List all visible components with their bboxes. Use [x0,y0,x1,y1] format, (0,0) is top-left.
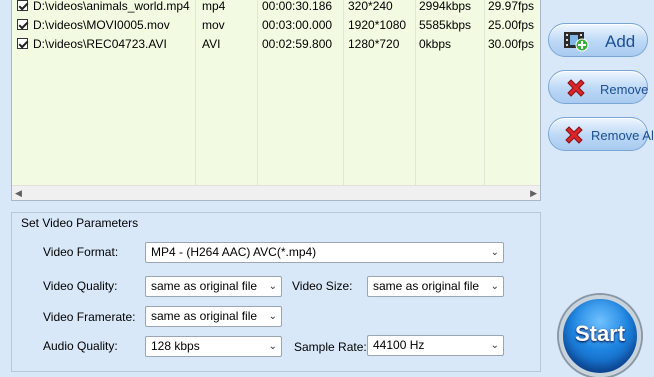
file-duration: 00:03:00.000 [262,18,333,32]
remove-all-button[interactable]: Remove All [548,117,654,151]
file-list[interactable]: D:\videos\animals_world.mp4 mp4 00:00:30… [11,0,541,201]
add-button[interactable]: Add [548,23,648,57]
chevron-down-icon: ⌄ [268,311,277,322]
video-size-select[interactable]: same as original file ⌄ [367,276,504,297]
scroll-left-icon[interactable]: ◀ [15,188,22,199]
audio-quality-value: 128 kbps [151,339,200,353]
file-row[interactable]: D:\videos\animals_world.mp4 mp4 00:00:30… [12,0,540,16]
remove-x-icon [567,79,585,97]
start-button-label: Start [574,321,626,346]
remove-all-button-label: Remove All [591,128,654,143]
file-bitrate: 5585kbps [419,18,472,32]
chevron-down-icon: ⌄ [490,247,499,258]
audio-quality-select[interactable]: 128 kbps ⌄ [145,336,282,357]
file-resolution: 320*240 [348,0,393,13]
add-button-label: Add [605,32,636,51]
video-parameters-title: Set Video Parameters [21,216,139,230]
video-framerate-select[interactable]: same as original file ⌄ [145,306,282,327]
video-quality-value: same as original file [151,279,258,293]
file-fps: 29.97fps [488,0,535,13]
file-checkbox[interactable] [17,38,28,49]
file-checkbox[interactable] [17,0,28,11]
file-path: D:\videos\REC04723.AVI [33,37,167,51]
video-size-label: Video Size: [292,279,353,293]
file-path: D:\videos\animals_world.mp4 [33,0,190,13]
file-duration: 00:02:59.800 [262,37,333,51]
video-size-value: same as original file [373,279,480,293]
video-quality-select[interactable]: same as original file ⌄ [145,276,282,297]
file-resolution: 1920*1080 [348,18,407,32]
file-path: D:\videos\MOVI0005.mov [33,18,170,32]
video-format-select[interactable]: MP4 - (H264 AAC) AVC(*.mp4) ⌄ [145,242,504,263]
video-format-label: Video Format: [43,245,119,259]
file-format: mov [202,18,225,32]
sample-rate-select[interactable]: 44100 Hz ⌄ [367,335,504,356]
file-bitrate: 2994kbps [419,0,472,13]
chevron-down-icon: ⌄ [268,281,277,292]
file-format: mp4 [202,0,226,13]
file-checkbox[interactable] [17,19,28,30]
remove-all-x-icon [565,126,583,144]
chevron-down-icon: ⌄ [490,281,499,292]
start-button[interactable]: Start [559,295,641,377]
chevron-down-icon: ⌄ [268,341,277,352]
file-duration: 00:00:30.186 [262,0,333,13]
scroll-right-icon[interactable]: ▶ [530,188,537,199]
video-framerate-value: same as original file [151,309,258,323]
chevron-down-icon: ⌄ [490,340,499,351]
remove-button[interactable]: Remove [548,70,648,104]
file-fps: 25.00fps [488,18,535,32]
video-framerate-label: Video Framerate: [43,310,136,324]
file-bitrate: 0kbps [419,37,452,51]
file-format: AVI [202,37,221,51]
video-format-value: MP4 - (H264 AAC) AVC(*.mp4) [151,245,317,259]
video-quality-label: Video Quality: [43,279,118,293]
add-video-icon [564,32,589,52]
remove-button-label: Remove [600,82,649,97]
sample-rate-label: Sample Rate: [294,340,367,354]
file-row[interactable]: D:\videos\MOVI0005.mov mov 00:03:00.000 … [12,16,540,35]
horizontal-scrollbar[interactable]: ◀ ▶ [12,185,540,200]
file-fps: 30.00fps [488,37,535,51]
audio-quality-label: Audio Quality: [43,339,118,353]
file-resolution: 1280*720 [348,37,400,51]
file-row[interactable]: D:\videos\REC04723.AVI AVI 00:02:59.800 … [12,35,540,54]
sample-rate-value: 44100 Hz [373,338,425,352]
